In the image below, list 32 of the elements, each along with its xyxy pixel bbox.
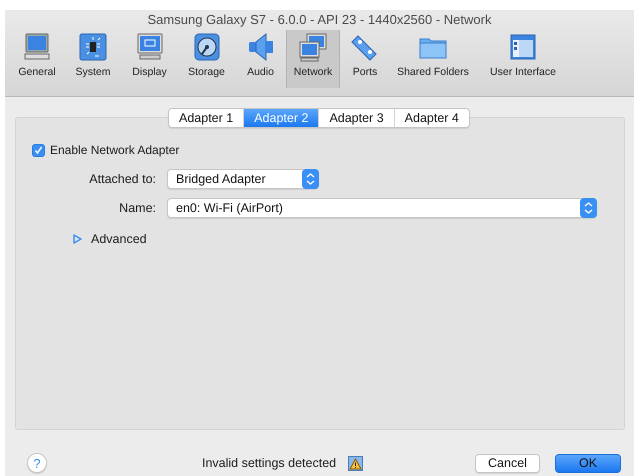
display-icon [134,32,164,62]
toolbar-item[interactable]: Display [121,30,178,88]
field-label: Attached to: [88,172,157,186]
status-message: Invalid settings detected [202,456,336,470]
toolbar-item[interactable]: Ports [340,30,390,88]
disclosure-triangle-icon[interactable] [73,234,82,244]
toolbar-item[interactable]: User Interface [476,30,570,88]
toolbar-item[interactable]: System [65,30,121,88]
tab[interactable]: Adapter 4 [394,109,469,127]
toolbar-item[interactable]: Audio [235,30,286,88]
window-icon [508,32,538,62]
name-dropdown[interactable]: en0: Wi-Fi (AirPort) [167,198,597,218]
warning-icon[interactable] [348,456,364,470]
chip-icon [78,32,108,62]
toolbar-item[interactable]: Network [286,30,340,88]
field-label: Name: [118,201,157,215]
tab[interactable]: Adapter 1 [169,109,244,127]
stepper-icon [302,169,319,189]
stepper-icon [580,198,597,218]
toolbar-item[interactable]: Shared Folders [390,30,476,88]
toolbar-item[interactable]: General [9,30,65,88]
checkbox-label: Enable Network Adapter [50,143,180,157]
computer-icon [22,32,52,62]
tab[interactable]: Adapter 3 [318,109,394,127]
checkbox[interactable] [32,144,45,156]
network-icon [298,32,328,62]
cancel-button[interactable]: Cancel [475,454,540,472]
window-title: Samsung Galaxy S7 - 6.0.0 - API 23 - 1440x2560 - Network [146,11,492,29]
section-toggle-label[interactable]: Advanced [91,232,147,246]
ok-button[interactable]: OK [555,454,621,472]
toolbar-item[interactable]: Storage [178,30,235,88]
attached-to-dropdown[interactable]: Bridged Adapter [167,169,319,189]
